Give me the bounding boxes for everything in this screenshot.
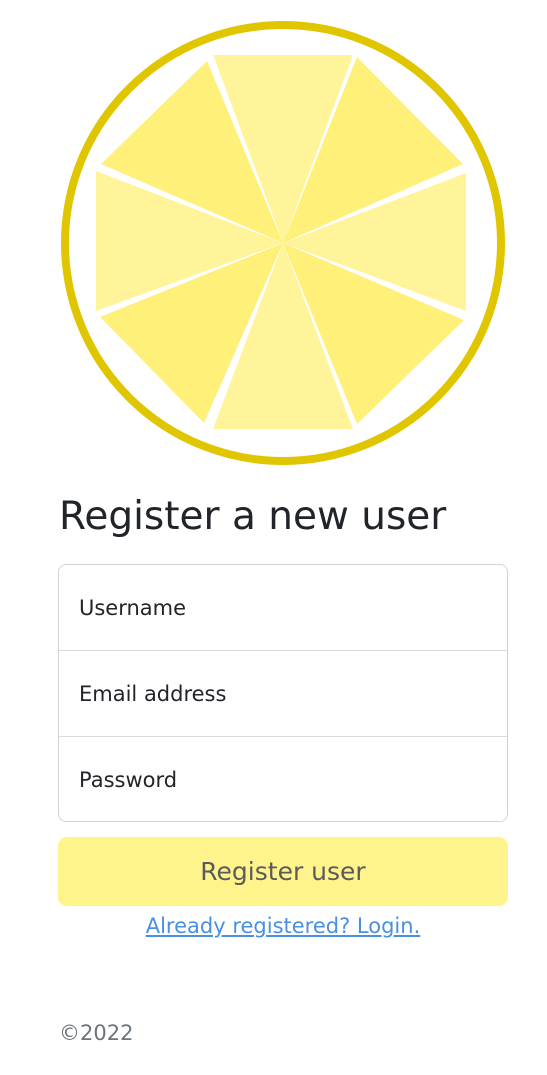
username-input[interactable] (59, 565, 507, 650)
password-field-wrapper (59, 737, 507, 821)
username-field-wrapper (59, 565, 507, 651)
lemon-slice-icon (61, 21, 505, 465)
footer-copyright: ©2022 (59, 1021, 134, 1045)
register-form (58, 564, 508, 822)
email-input[interactable] (59, 651, 507, 736)
register-button[interactable]: Register user (58, 837, 508, 906)
page-title: Register a new user (59, 494, 447, 539)
email-field-wrapper (59, 651, 507, 737)
login-link[interactable]: Already registered? Login. (58, 911, 508, 941)
password-input[interactable] (59, 737, 507, 821)
